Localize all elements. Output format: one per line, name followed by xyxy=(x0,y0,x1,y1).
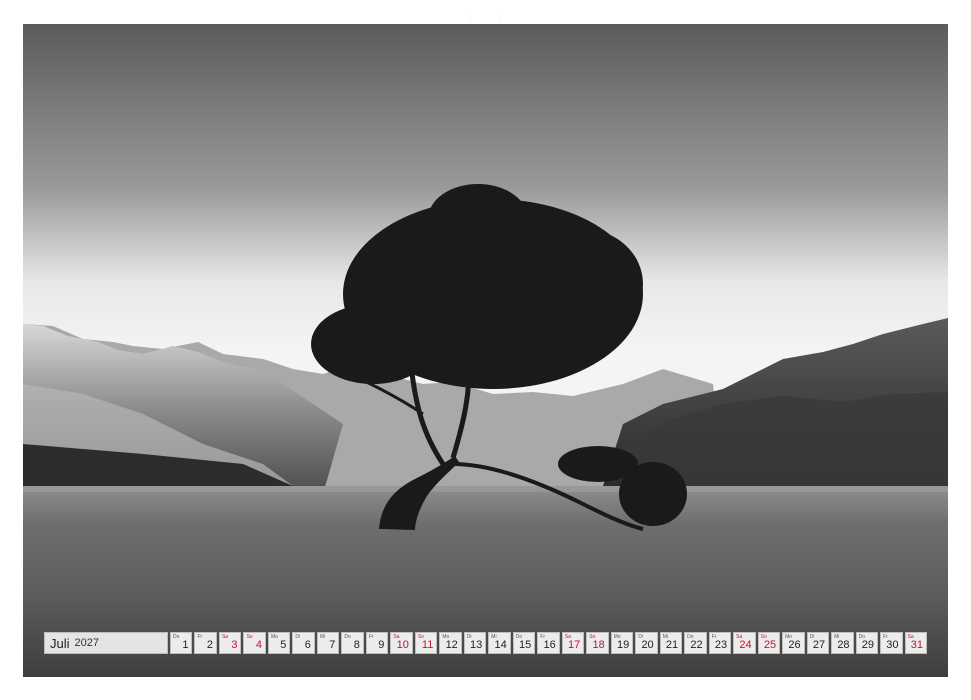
day-number: 11 xyxy=(421,639,434,651)
weekday-label: Do xyxy=(173,634,180,640)
day-cell: So 18 xyxy=(586,632,609,654)
day-number: 15 xyxy=(519,639,532,651)
day-cell: Di 6 xyxy=(292,632,315,654)
year: 2027 xyxy=(74,637,99,649)
day-number: 2 xyxy=(206,639,213,651)
day-cell: Fr 23 xyxy=(708,632,732,654)
day-cell: Fr 9 xyxy=(365,632,389,654)
day-cell: Do 29 xyxy=(855,632,879,654)
day-cell: Fr 16 xyxy=(537,632,560,654)
day-number: 3 xyxy=(231,639,238,651)
day-number: 26 xyxy=(788,639,801,651)
weekday-label: Di xyxy=(295,634,301,640)
day-number: 5 xyxy=(280,639,287,651)
day-number: 30 xyxy=(886,639,899,651)
month-calendar-strip: Juli 2027 Do 1 Fr 2 Sa 3 So 4 Mo 5 Di 6 Mi 7 Do 8 Fr 9 Sa 1… xyxy=(44,632,928,656)
day-cell: Di 27 xyxy=(806,632,830,654)
day-cell: Do 1 xyxy=(170,632,193,654)
day-number: 17 xyxy=(567,639,581,651)
day-cell: Do 8 xyxy=(341,632,364,654)
day-cell: Sa 10 xyxy=(390,632,413,654)
day-number: 12 xyxy=(445,639,458,651)
day-number: 29 xyxy=(861,639,875,651)
day-cell: Mi 14 xyxy=(488,632,511,654)
day-number: 16 xyxy=(543,639,556,651)
day-number: 24 xyxy=(739,639,752,651)
day-number: 31 xyxy=(910,639,924,651)
month-label: Juli 2027 xyxy=(44,632,168,654)
day-cell: Do 15 xyxy=(512,632,536,654)
landscape-photo xyxy=(23,24,948,677)
day-cell: Sa 17 xyxy=(561,632,585,654)
day-cell: Mi 21 xyxy=(659,632,683,654)
weekday-label: Mi xyxy=(319,634,326,640)
day-cell: So 4 xyxy=(243,632,266,654)
day-cell: Sa 31 xyxy=(904,632,928,654)
day-number: 13 xyxy=(470,639,483,651)
day-number: 10 xyxy=(396,639,409,651)
day-number: 8 xyxy=(353,639,360,651)
day-cell: Mi 28 xyxy=(831,632,854,654)
day-number: 14 xyxy=(494,639,507,651)
day-number: 4 xyxy=(255,639,262,651)
day-number: 21 xyxy=(665,639,679,651)
day-number: 18 xyxy=(592,639,605,651)
weekday-label: Mo xyxy=(270,634,278,640)
weekday-label: Do xyxy=(344,634,351,640)
day-cell: Mo 5 xyxy=(267,632,291,654)
day-cell: Di 20 xyxy=(635,632,658,654)
weekday-label: So xyxy=(246,634,253,640)
day-cell: Mi 7 xyxy=(316,632,340,654)
day-number: 19 xyxy=(616,639,630,651)
day-number: 1 xyxy=(182,639,189,651)
day-number: 27 xyxy=(812,639,826,651)
day-cell: Sa 24 xyxy=(733,632,756,654)
day-number: 7 xyxy=(329,639,336,651)
day-cell: So 11 xyxy=(414,632,438,654)
weekday-label: Sa xyxy=(221,634,229,640)
day-cell: So 25 xyxy=(757,632,781,654)
day-cell: Di 13 xyxy=(463,632,487,654)
weekday-label: Fr xyxy=(368,634,374,640)
day-number: 20 xyxy=(641,639,654,651)
month-name: Juli xyxy=(50,635,70,651)
day-cell: Mo 19 xyxy=(610,632,634,654)
day-cell: Mo 12 xyxy=(439,632,462,654)
day-cell: Mo 26 xyxy=(782,632,805,654)
weekday-label: Fr xyxy=(197,634,203,640)
day-number: 22 xyxy=(690,639,703,651)
day-number: 25 xyxy=(763,639,777,651)
day-cell: Fr 30 xyxy=(880,632,903,654)
day-number: 9 xyxy=(378,639,385,651)
day-cell: Sa 3 xyxy=(218,632,242,654)
day-number: 6 xyxy=(304,639,311,651)
day-cell: Fr 2 xyxy=(194,632,217,654)
day-cell: Do 22 xyxy=(684,632,707,654)
day-number: 28 xyxy=(837,639,850,651)
day-number: 23 xyxy=(714,639,728,651)
